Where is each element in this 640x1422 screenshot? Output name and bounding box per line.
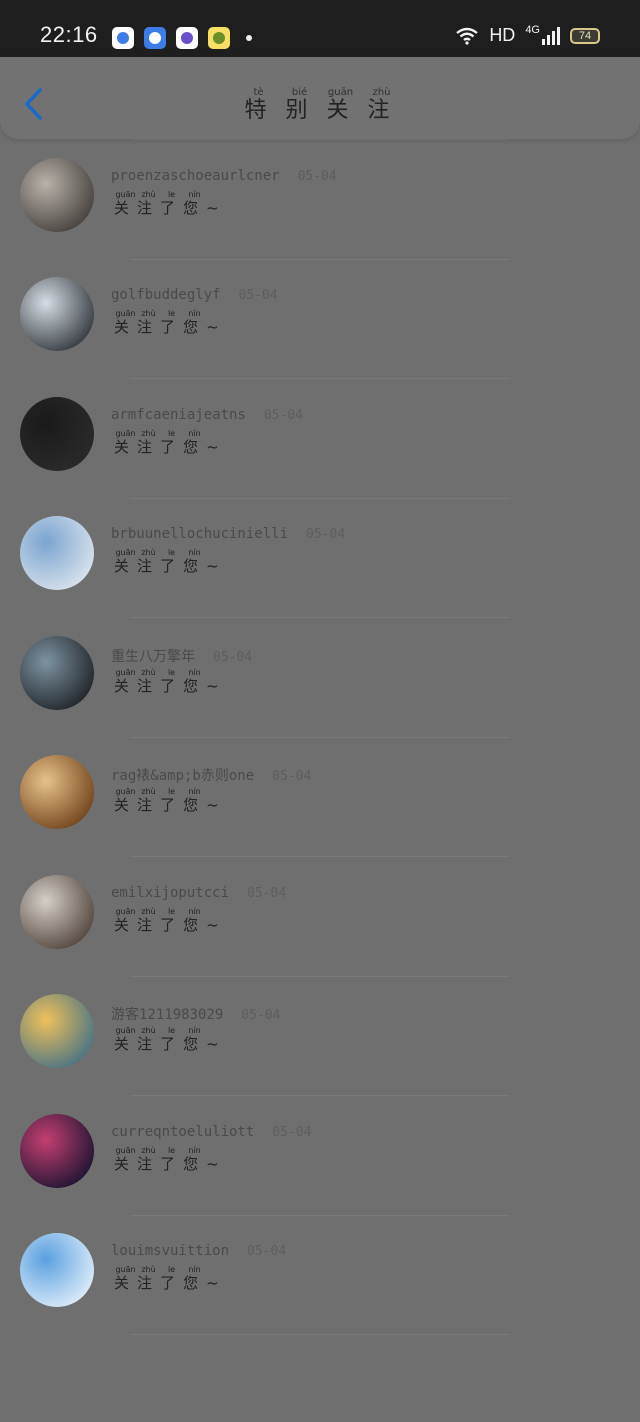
avatar[interactable]: [20, 994, 94, 1068]
list-item[interactable]: curreqntoeluliott 05-04 关guān注zhù了le您nín~: [0, 1075, 640, 1216]
list-item[interactable]: 游客1211983029 05-04 关guān注zhù了le您nín~: [0, 955, 640, 1096]
notification-icons: [112, 27, 252, 49]
wifi-icon: [456, 27, 479, 45]
battery-level: 74: [578, 29, 592, 42]
follow-date: 05-04: [247, 1244, 287, 1259]
avatar[interactable]: [20, 874, 94, 949]
username: curreqntoeluliott 05-04: [111, 1123, 312, 1140]
page-title: 特tè 别bié 关guān 注zhù: [244, 87, 396, 123]
follow-message: 关guān注zhù了le您nín~: [114, 667, 227, 695]
follow-message: 关guān注zhù了le您nín~: [114, 1265, 227, 1292]
divider: [130, 1334, 510, 1335]
avatar[interactable]: [20, 755, 94, 829]
list-item[interactable]: louimsvuittion 05-04 关guān注zhù了le您nín~: [0, 1194, 640, 1335]
list-item[interactable]: 重生八万擎年 05-04 关guān注zhù了le您nín~: [0, 597, 640, 738]
app-icon: [144, 27, 166, 49]
follow-date: 05-04: [213, 649, 253, 665]
follow-list[interactable]: 关guān注zhù了le您nín~ proenzaschoeaurlcner05-…: [0, 57, 640, 1422]
avatar[interactable]: [20, 157, 94, 232]
status-right: HD 4G 74: [455, 23, 600, 46]
signal-icon: [542, 26, 560, 45]
username: louimsvuittion 05-04: [111, 1243, 287, 1259]
follow-date: 05-04: [263, 407, 303, 423]
battery-icon: 74: [570, 27, 600, 44]
follow-message: 关guān注zhù了le您nín~: [114, 787, 227, 814]
follow-message: 关guān注zhù了le您nín~: [114, 548, 227, 575]
follow-message: 关guān注zhù了le您nín~: [114, 309, 227, 336]
status-time: 22:16: [40, 22, 98, 47]
follow-message: 关guān注zhù了le您nín~: [114, 1026, 227, 1053]
username: emilxijoputcci 05-04: [111, 884, 287, 901]
list-item[interactable]: rag裱&amp;b赤则one 05-04 关guān注zhù了le您nín~: [0, 716, 640, 857]
follow-message: 关guān注zhù了le您nín~: [114, 428, 227, 456]
app-header: 特tè 别bié 关guān 注zhù: [0, 57, 640, 139]
list-item[interactable]: emilxijoputcci 05-04 关guān注zhù了le您nín~: [0, 836, 640, 977]
username: 游客1211983029 05-04: [111, 1007, 281, 1023]
username: brbuunellochucinielli 05-04: [111, 526, 346, 542]
status-bar: 22:16 HD 4G 74: [0, 0, 640, 57]
app-icon: [112, 27, 134, 49]
avatar[interactable]: [20, 277, 94, 351]
avatar[interactable]: [20, 516, 94, 590]
hd-label: HD: [489, 25, 516, 45]
follow-date: 05-04: [238, 288, 278, 303]
follow-message: 关guān注zhù了le您nín~: [114, 1145, 227, 1173]
avatar[interactable]: [20, 635, 94, 710]
more-notifications-dot: [246, 35, 252, 41]
username: rag裱&amp;b赤则one 05-04: [111, 768, 312, 784]
username: armfcaeniajeatns 05-04: [111, 406, 303, 423]
follow-date: 05-04: [241, 1008, 281, 1023]
follow-date: 05-04: [306, 527, 346, 542]
follow-date: 05-04: [247, 885, 287, 901]
follow-date: 05-04: [272, 769, 312, 784]
app-icon: [208, 27, 230, 49]
username: 重生八万擎年 05-04: [111, 648, 253, 665]
avatar[interactable]: [20, 1233, 94, 1307]
username: proenzaschoeaurlcner 05-04: [111, 167, 337, 184]
list-item[interactable]: armfcaeniajeatns 05-04 关guān注zhù了le您nín~: [0, 358, 640, 499]
follow-message: 关guān注zhù了le您nín~: [114, 189, 227, 217]
follow-date: 05-04: [272, 1124, 312, 1140]
follow-message: 关guān注zhù了le您nín~: [114, 906, 227, 934]
list-item[interactable]: golfbuddeglyf 05-04 关guān注zhù了le您nín~: [0, 238, 640, 379]
network-type: 4G: [525, 23, 540, 36]
list-item[interactable]: brbuunellochucinielli 05-04 关guān注zhù了le您n…: [0, 477, 640, 618]
app-icon: [176, 27, 198, 49]
follow-date: 05-04: [297, 168, 337, 184]
username: golfbuddeglyf 05-04: [111, 287, 278, 303]
avatar[interactable]: [20, 1113, 94, 1188]
avatar[interactable]: [20, 396, 94, 471]
